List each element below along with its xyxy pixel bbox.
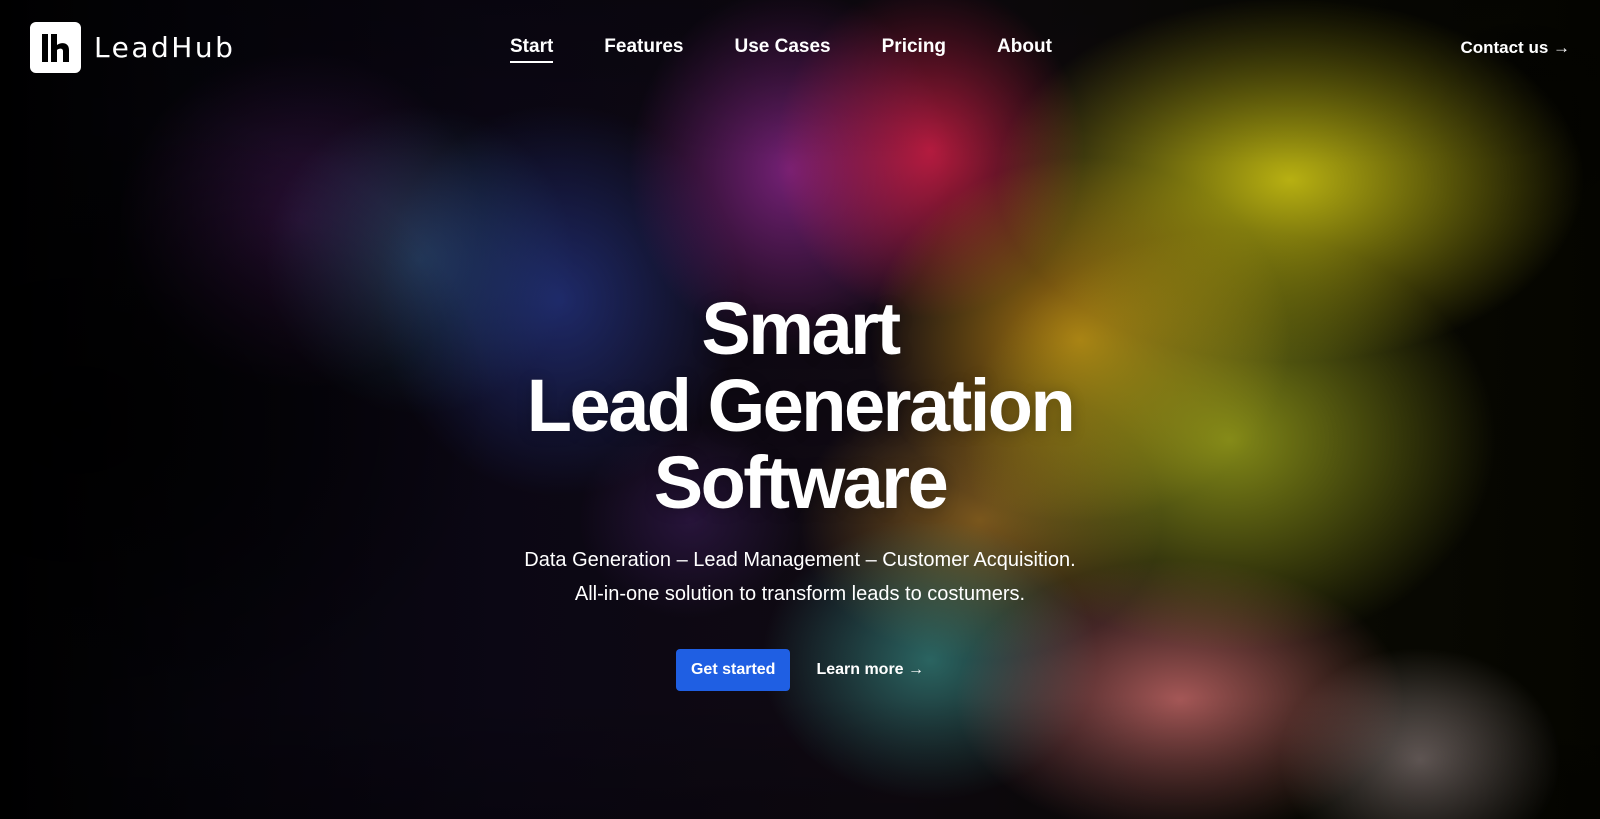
hero-subtitle: Data Generation – Lead Management – Cust… bbox=[0, 543, 1600, 611]
nav-item-start[interactable]: Start bbox=[510, 36, 554, 63]
hero-title-line: Software bbox=[653, 441, 949, 524]
hero-section: Smart Lead Generation Software Data Gene… bbox=[0, 290, 1600, 691]
landing-page: LeadHub Start Features Use Cases Pricing… bbox=[0, 0, 1600, 819]
hero-title: Smart Lead Generation Software bbox=[0, 290, 1600, 521]
nav-item-pricing[interactable]: Pricing bbox=[882, 36, 946, 63]
brand-logo-link[interactable]: LeadHub bbox=[30, 22, 235, 73]
lh-monogram-icon bbox=[30, 22, 81, 73]
contact-us-link[interactable]: Contact us → bbox=[1460, 38, 1570, 58]
nav-item-about[interactable]: About bbox=[997, 36, 1052, 63]
main-nav: Start Features Use Cases Pricing About bbox=[510, 36, 1103, 63]
nav-item-use-cases[interactable]: Use Cases bbox=[735, 36, 831, 63]
brand-name: LeadHub bbox=[94, 31, 236, 64]
learn-more-link[interactable]: Learn more → bbox=[816, 661, 924, 679]
get-started-button[interactable]: Get started bbox=[675, 649, 791, 691]
site-header: LeadHub Start Features Use Cases Pricing… bbox=[0, 0, 1600, 96]
hero-cta-group: Get started Learn more → bbox=[0, 649, 1600, 691]
hero-title-line: Smart bbox=[701, 287, 901, 370]
nav-item-features[interactable]: Features bbox=[604, 36, 683, 63]
hero-subtitle-line: Data Generation – Lead Management – Cust… bbox=[524, 549, 1076, 571]
hero-title-line: Lead Generation bbox=[526, 364, 1076, 447]
hero-subtitle-line: All-in-one solution to transform leads t… bbox=[574, 583, 1026, 605]
